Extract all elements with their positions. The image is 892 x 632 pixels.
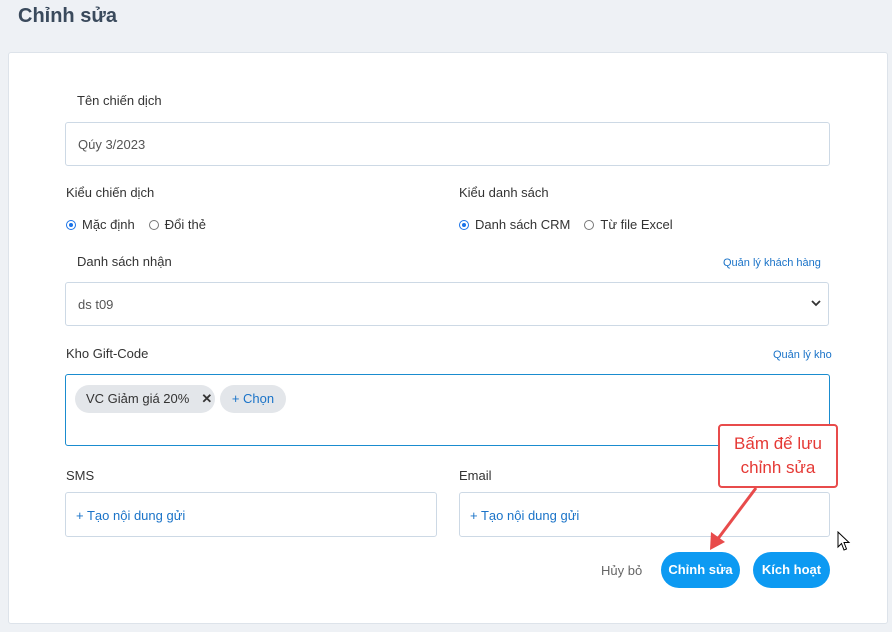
giftcode-tag-label: VC Giảm giá 20% [86, 391, 190, 406]
add-giftcode-button[interactable]: + Chọn [220, 385, 286, 413]
campaign-name-label: Tên chiến dịch [77, 93, 162, 108]
mouse-cursor-icon [837, 531, 851, 551]
recipients-selected-value: ds t09 [78, 297, 114, 312]
radio-checked-icon [459, 220, 469, 230]
list-type-radio-group: Danh sách CRM Từ file Excel [459, 217, 687, 233]
campaign-name-input[interactable]: Qúy 3/2023 [65, 122, 830, 166]
campaign-type-radio-group: Mặc định Đổi thẻ [66, 217, 220, 233]
chevron-down-icon [811, 300, 821, 307]
radio-checked-icon [66, 220, 76, 230]
campaign-type-default-label: Mặc định [82, 217, 135, 232]
close-icon[interactable]: ✕ [201, 391, 212, 406]
manage-warehouse-link[interactable]: Quản lý kho [773, 348, 832, 362]
giftcode-tag: VC Giảm giá 20% ✕ [75, 385, 215, 413]
list-type-crm-label: Danh sách CRM [475, 217, 571, 232]
email-create-content-link[interactable]: + Tạo nội dung gửi [470, 508, 579, 523]
campaign-type-default-radio[interactable]: Mặc định [66, 217, 135, 233]
annotation-line-2: chỉnh sửa [740, 458, 816, 477]
recipients-select[interactable]: ds t09 [65, 282, 829, 326]
annotation-line-1: Bấm để lưu [734, 434, 822, 453]
campaign-name-value: Qúy 3/2023 [78, 137, 146, 152]
annotation-arrow-icon [710, 487, 758, 550]
page-title: Chỉnh sửa [18, 5, 117, 27]
radio-unchecked-icon [584, 220, 595, 230]
sms-create-content-link[interactable]: + Tạo nội dung gửi [76, 508, 185, 523]
campaign-type-card-exchange-radio[interactable]: Đổi thẻ [148, 217, 206, 233]
recipients-label: Danh sách nhận [77, 254, 172, 269]
manage-customers-link[interactable]: Quản lý khách hàng [723, 256, 821, 270]
sms-label: SMS [66, 468, 95, 483]
edit-button[interactable]: Chỉnh sửa [661, 552, 740, 588]
list-type-crm-radio[interactable]: Danh sách CRM [459, 217, 570, 233]
email-label: Email [459, 468, 492, 483]
activate-button[interactable]: Kích hoạt [753, 552, 830, 588]
list-type-excel-label: Từ file Excel [600, 217, 673, 232]
sms-content-box: + Tạo nội dung gửi [65, 492, 437, 537]
giftcode-label: Kho Gift-Code [66, 346, 149, 361]
list-type-excel-radio[interactable]: Từ file Excel [584, 217, 673, 233]
campaign-type-card-exchange-label: Đổi thẻ [164, 217, 206, 232]
annotation-callout: Bấm để lưu chỉnh sửa [718, 424, 838, 488]
cancel-button[interactable]: Hủy bỏ [601, 563, 642, 579]
email-content-box: + Tạo nội dung gửi [459, 492, 830, 537]
giftcode-multiselect[interactable]: VC Giảm giá 20% ✕ + Chọn [65, 374, 830, 446]
campaign-type-label: Kiểu chiến dịch [66, 185, 155, 200]
list-type-label: Kiểu danh sách [459, 185, 549, 200]
radio-unchecked-icon [148, 220, 159, 230]
